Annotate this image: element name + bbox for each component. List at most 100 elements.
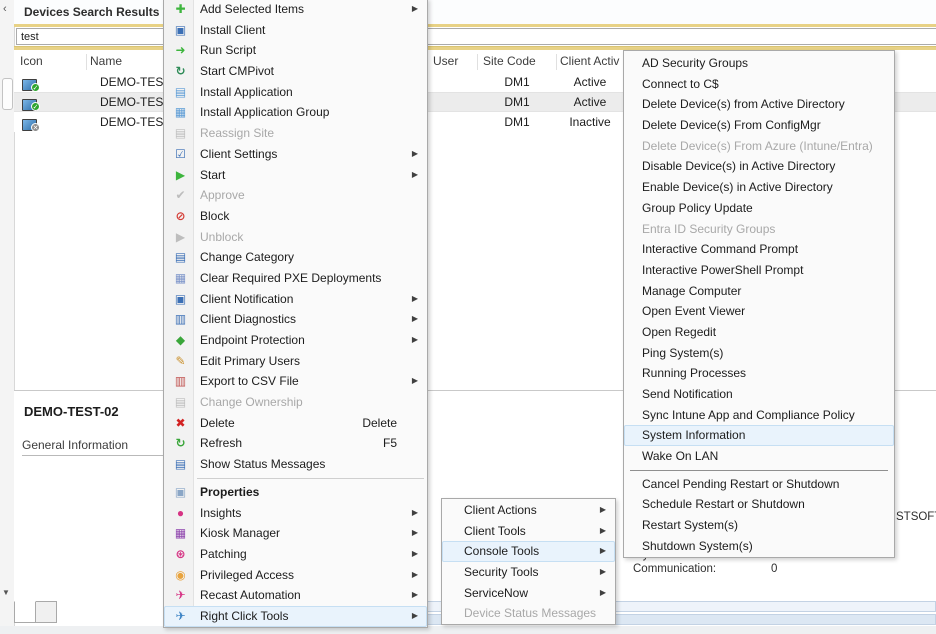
menu-item-block[interactable]: Block bbox=[164, 206, 427, 227]
menu-item-client-diagnostics[interactable]: Client Diagnostics ▶ bbox=[164, 309, 427, 330]
console-tools-item-interactive-command-prompt[interactable]: Interactive Command Prompt bbox=[624, 239, 894, 260]
approve-icon bbox=[172, 185, 189, 206]
menu-item-endpoint-protection[interactable]: Endpoint Protection ▶ bbox=[164, 330, 427, 351]
cmpivot-icon bbox=[172, 61, 189, 82]
menu-item-recast-automation[interactable]: Recast Automation ▶ bbox=[164, 585, 427, 606]
device-client-activity: Active bbox=[554, 75, 626, 89]
submenu-item-console-tools[interactable]: Console Tools ▶ bbox=[442, 541, 615, 562]
menu-item-show-status-messages[interactable]: Show Status Messages bbox=[164, 454, 427, 475]
menu-item-right-click-tools[interactable]: Right Click Tools ▶ bbox=[164, 606, 427, 627]
console-tools-item-ad-security-groups[interactable]: AD Security Groups bbox=[624, 53, 894, 74]
column-divider bbox=[86, 54, 87, 70]
menu-item-start[interactable]: Start ▶ bbox=[164, 165, 427, 186]
start-icon bbox=[172, 165, 189, 186]
menu-item-client-settings[interactable]: Client Settings ▶ bbox=[164, 144, 427, 165]
menu-item-delete[interactable]: Delete Delete bbox=[164, 413, 427, 434]
splitter-handle[interactable] bbox=[2, 78, 13, 110]
install-app-group-icon bbox=[172, 102, 189, 123]
console-tools-item-open-event-viewer[interactable]: Open Event Viewer bbox=[624, 301, 894, 322]
menu-separator bbox=[164, 475, 427, 482]
client-diagnostics-icon bbox=[172, 309, 189, 330]
console-tools-item-disable-device-s-in-active-directory[interactable]: Disable Device(s) in Active Directory bbox=[624, 156, 894, 177]
console-tools-item-entra-id-security-groups[interactable]: Entra ID Security Groups bbox=[624, 219, 894, 240]
console-tools-item-restart-system-s[interactable]: Restart System(s) bbox=[624, 515, 894, 536]
console-tools-item-delete-device-s-from-active-directory[interactable]: Delete Device(s) from Active Directory bbox=[624, 94, 894, 115]
console-tools-item-ping-system-s[interactable]: Ping System(s) bbox=[624, 343, 894, 364]
menu-item-export-to-csv-file[interactable]: Export to CSV File ▶ bbox=[164, 371, 427, 392]
submenu-item-client-actions[interactable]: Client Actions ▶ bbox=[442, 500, 615, 521]
menu-item-clear-required-pxe-deployments[interactable]: Clear Required PXE Deployments bbox=[164, 268, 427, 289]
menu-item-install-application[interactable]: Install Application bbox=[164, 82, 427, 103]
insights-icon bbox=[172, 503, 189, 524]
console-tools-item-system-information[interactable]: System Information bbox=[624, 425, 894, 446]
console-tools-item-schedule-restart-or-shutdown[interactable]: Schedule Restart or Shutdown bbox=[624, 494, 894, 515]
menu-item-edit-primary-users[interactable]: Edit Primary Users bbox=[164, 351, 427, 372]
column-header-client-activity[interactable]: Client Activ bbox=[560, 54, 619, 68]
export-csv-icon bbox=[172, 371, 189, 392]
submenu-arrow-icon: ▶ bbox=[600, 541, 606, 562]
console-tools-item-shutdown-system-s[interactable]: Shutdown System(s) bbox=[624, 536, 894, 557]
menu-item-refresh[interactable]: Refresh F5 bbox=[164, 433, 427, 454]
column-header-user[interactable]: User bbox=[433, 54, 458, 68]
tab-client-check-detail[interactable] bbox=[35, 601, 57, 623]
collapse-left-icon[interactable]: ‹ bbox=[3, 3, 7, 15]
device-site-code: DM1 bbox=[477, 75, 557, 89]
menu-item-client-notification[interactable]: Client Notification ▶ bbox=[164, 289, 427, 310]
menu-item-properties[interactable]: Properties bbox=[164, 482, 427, 503]
submenu-arrow-icon: ▶ bbox=[412, 0, 418, 20]
console-tools-item-delete-device-s-from-configmgr[interactable]: Delete Device(s) From ConfigMgr bbox=[624, 115, 894, 136]
menu-item-install-application-group[interactable]: Install Application Group bbox=[164, 102, 427, 123]
menu-item-approve[interactable]: Approve bbox=[164, 185, 427, 206]
menu-item-reassign-site[interactable]: Reassign Site bbox=[164, 123, 427, 144]
install-app-icon bbox=[172, 82, 189, 103]
submenu-arrow-icon: ▶ bbox=[412, 371, 418, 392]
console-tools-item-enable-device-s-in-active-directory[interactable]: Enable Device(s) in Active Directory bbox=[624, 177, 894, 198]
patching-icon bbox=[172, 544, 189, 565]
console-tools-item-interactive-powershell-prompt[interactable]: Interactive PowerShell Prompt bbox=[624, 260, 894, 281]
submenu-item-servicenow[interactable]: ServiceNow ▶ bbox=[442, 583, 615, 604]
submenu-item-client-tools[interactable]: Client Tools ▶ bbox=[442, 521, 615, 542]
submenu-item-device-status-messages[interactable]: Device Status Messages bbox=[442, 603, 615, 624]
submenu-arrow-icon: ▶ bbox=[600, 562, 606, 583]
console-tools-item-connect-to-c[interactable]: Connect to C$ bbox=[624, 74, 894, 95]
console-tools-item-running-processes[interactable]: Running Processes bbox=[624, 363, 894, 384]
console-tools-item-sync-intune-app-and-compliance-policy[interactable]: Sync Intune App and Compliance Policy bbox=[624, 405, 894, 426]
menu-item-add-selected-items[interactable]: Add Selected Items ▶ bbox=[164, 0, 427, 20]
menu-item-change-ownership[interactable]: Change Ownership bbox=[164, 392, 427, 413]
menu-item-kiosk-manager[interactable]: Kiosk Manager ▶ bbox=[164, 523, 427, 544]
menu-item-unblock[interactable]: Unblock bbox=[164, 227, 427, 248]
menu-item-change-category[interactable]: Change Category bbox=[164, 247, 427, 268]
console-tools-item-wake-on-lan[interactable]: Wake On LAN bbox=[624, 446, 894, 467]
menu-item-run-script[interactable]: Run Script bbox=[164, 40, 427, 61]
column-divider bbox=[477, 54, 478, 70]
menu-item-patching[interactable]: Patching ▶ bbox=[164, 544, 427, 565]
console-tools-item-manage-computer[interactable]: Manage Computer bbox=[624, 281, 894, 302]
recast-automation-icon bbox=[172, 585, 189, 606]
search-input[interactable] bbox=[16, 28, 936, 45]
page-title: Devices Search Results bbox=[24, 5, 159, 19]
console-tools-item-cancel-pending-restart-or-shutdown[interactable]: Cancel Pending Restart or Shutdown bbox=[624, 474, 894, 495]
submenu-arrow-icon: ▶ bbox=[412, 606, 418, 627]
column-header-icon[interactable]: Icon bbox=[20, 54, 43, 68]
results-header: Devices Search Results - 3 item bbox=[14, 0, 936, 24]
console-tools-item-group-policy-update[interactable]: Group Policy Update bbox=[624, 198, 894, 219]
submenu-item-security-tools[interactable]: Security Tools ▶ bbox=[442, 562, 615, 583]
menu-item-install-client[interactable]: Install Client bbox=[164, 20, 427, 41]
device-client-activity: Inactive bbox=[554, 115, 626, 129]
console-tools-item-open-regedit[interactable]: Open Regedit bbox=[624, 322, 894, 343]
console-tools-item-delete-device-s-from-azure-intune-entra[interactable]: Delete Device(s) From Azure (Intune/Entr… bbox=[624, 136, 894, 157]
device-client-activity: Active bbox=[554, 95, 626, 109]
console-tools-item-send-notification[interactable]: Send Notification bbox=[624, 384, 894, 405]
install-client-icon bbox=[172, 20, 189, 41]
tab-summary[interactable] bbox=[14, 601, 36, 623]
detail-tabs bbox=[14, 601, 56, 623]
submenu-arrow-icon: ▶ bbox=[412, 565, 418, 586]
submenu-arrow-icon: ▶ bbox=[412, 585, 418, 606]
menu-item-privileged-access[interactable]: Privileged Access ▶ bbox=[164, 565, 427, 586]
menu-item-start-cmpivot[interactable]: Start CMPivot bbox=[164, 61, 427, 82]
column-header-name[interactable]: Name bbox=[90, 54, 122, 68]
submenu-arrow-icon: ▶ bbox=[412, 523, 418, 544]
menu-item-insights[interactable]: Insights ▶ bbox=[164, 503, 427, 524]
column-header-site-code[interactable]: Site Code bbox=[483, 54, 536, 68]
scroll-down-icon[interactable]: ▼ bbox=[2, 588, 10, 597]
